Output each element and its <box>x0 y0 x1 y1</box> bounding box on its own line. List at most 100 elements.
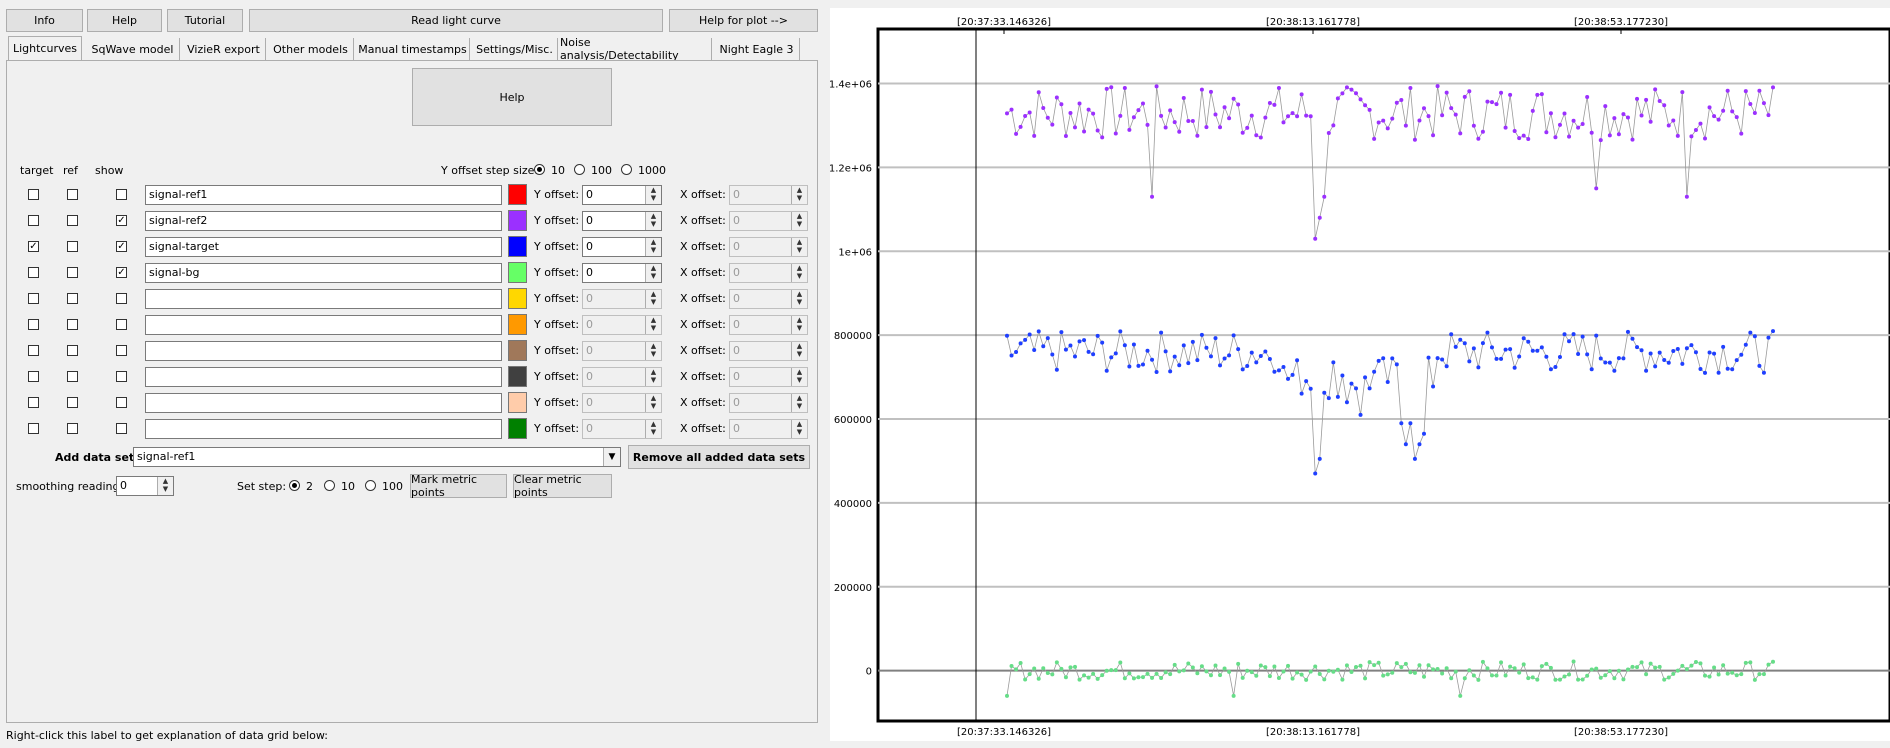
color-swatch[interactable] <box>508 418 527 439</box>
tab-night-eagle-3[interactable]: Night Eagle 3 <box>714 38 800 60</box>
spin-arrows-icon[interactable]: ▲ ▼ <box>791 342 807 360</box>
color-swatch[interactable] <box>508 262 527 283</box>
target-checkbox[interactable] <box>28 345 39 356</box>
spin-arrows-icon[interactable]: ▲ ▼ <box>645 264 661 282</box>
x-offset-stepper[interactable]: 0 ▲ ▼ <box>729 185 808 205</box>
light-curve-chart[interactable]: 1.4e+06 1.2e+06 1e+06 800000 600000 400000 200… <box>830 8 1890 741</box>
y-offset-stepper[interactable]: 0 ▲ ▼ <box>582 211 662 231</box>
y-offset-stepper[interactable]: 0 ▲ ▼ <box>582 393 662 413</box>
x-offset-stepper[interactable]: 0 ▲ ▼ <box>729 315 808 335</box>
ref-checkbox[interactable] <box>67 397 78 408</box>
color-swatch[interactable] <box>508 210 527 231</box>
data-set-name-field[interactable] <box>145 315 502 335</box>
panel-help-button[interactable]: Help <box>412 68 612 126</box>
target-checkbox[interactable] <box>28 371 39 382</box>
ref-checkbox[interactable] <box>67 241 78 252</box>
smoothing-stepper[interactable]: 0 ▲ ▼ <box>116 476 174 496</box>
show-checkbox[interactable] <box>116 423 127 434</box>
tutorial-button[interactable]: Tutorial <box>167 9 243 32</box>
remove-all-data-sets-button[interactable]: Remove all added data sets <box>628 445 810 469</box>
ref-checkbox[interactable] <box>67 423 78 434</box>
show-checkbox[interactable] <box>116 189 127 200</box>
tab-settings-misc[interactable]: Settings/Misc. <box>472 38 558 60</box>
x-offset-stepper[interactable]: 0 ▲ ▼ <box>729 263 808 283</box>
tab-sqwave-model[interactable]: SqWave model <box>86 38 180 60</box>
ref-checkbox[interactable] <box>67 319 78 330</box>
tab-other-models[interactable]: Other models <box>268 38 354 60</box>
y-offset-stepper[interactable]: 0 ▲ ▼ <box>582 263 662 283</box>
spin-arrows-icon[interactable]: ▲ ▼ <box>791 238 807 256</box>
target-checkbox[interactable] <box>28 189 39 200</box>
ref-checkbox[interactable] <box>67 267 78 278</box>
color-swatch[interactable] <box>508 366 527 387</box>
data-set-name-field[interactable] <box>145 393 502 413</box>
spin-arrows-icon[interactable]: ▲ ▼ <box>645 368 661 386</box>
target-checkbox[interactable]: ✓ <box>28 241 39 252</box>
show-checkbox[interactable] <box>116 345 127 356</box>
ref-checkbox[interactable] <box>67 371 78 382</box>
show-checkbox[interactable] <box>116 319 127 330</box>
status-label[interactable]: Right-click this label to get explanatio… <box>6 729 328 742</box>
set-step-2-radio[interactable] <box>289 480 300 491</box>
target-checkbox[interactable] <box>28 319 39 330</box>
ref-checkbox[interactable] <box>67 215 78 226</box>
x-offset-stepper[interactable]: 0 ▲ ▼ <box>729 367 808 387</box>
x-offset-stepper[interactable]: 0 ▲ ▼ <box>729 289 808 309</box>
tab-vizier-export[interactable]: VizieR export <box>182 38 266 60</box>
ref-checkbox[interactable] <box>67 293 78 304</box>
ref-checkbox[interactable] <box>67 189 78 200</box>
spin-arrows-icon[interactable]: ▲ ▼ <box>791 290 807 308</box>
show-checkbox[interactable] <box>116 397 127 408</box>
spin-arrows-icon[interactable]: ▲ ▼ <box>645 238 661 256</box>
help-button[interactable]: Help <box>87 9 162 32</box>
spin-arrows-icon[interactable]: ▲ ▼ <box>645 212 661 230</box>
set-step-10-radio[interactable] <box>324 480 335 491</box>
y-offset-stepper[interactable]: 0 ▲ ▼ <box>582 419 662 439</box>
spin-arrows-icon[interactable]: ▲ ▼ <box>791 368 807 386</box>
show-checkbox[interactable] <box>116 371 127 382</box>
data-set-name-field[interactable]: signal-bg <box>145 263 502 283</box>
step-10-radio[interactable] <box>534 164 545 175</box>
spin-arrows-icon[interactable]: ▲ ▼ <box>791 316 807 334</box>
tab-noise-analysis[interactable]: Noise analysis/Detectability <box>560 36 712 62</box>
tab-lightcurves[interactable]: Lightcurves <box>8 36 82 60</box>
set-step-100-radio[interactable] <box>365 480 376 491</box>
spin-arrows-icon[interactable]: ▲ ▼ <box>791 394 807 412</box>
x-offset-stepper[interactable]: 0 ▲ ▼ <box>729 393 808 413</box>
spin-arrows-icon[interactable]: ▲ ▼ <box>645 342 661 360</box>
tab-manual-timestamps[interactable]: Manual timestamps <box>356 38 470 60</box>
y-offset-stepper[interactable]: 0 ▲ ▼ <box>582 185 662 205</box>
y-offset-stepper[interactable]: 0 ▲ ▼ <box>582 289 662 309</box>
spin-arrows-icon[interactable]: ▲ ▼ <box>791 420 807 438</box>
spin-arrows-icon[interactable]: ▲ ▼ <box>791 212 807 230</box>
y-offset-stepper[interactable]: 0 ▲ ▼ <box>582 315 662 335</box>
step-100-radio[interactable] <box>574 164 585 175</box>
show-checkbox[interactable] <box>116 293 127 304</box>
color-swatch[interactable] <box>508 392 527 413</box>
spin-arrows-icon[interactable]: ▲ ▼ <box>157 477 173 495</box>
spin-arrows-icon[interactable]: ▲ ▼ <box>645 290 661 308</box>
x-offset-stepper[interactable]: 0 ▲ ▼ <box>729 419 808 439</box>
light-curve-plot[interactable]: 1.4e+06 1.2e+06 1e+06 800000 600000 400000 200… <box>830 8 1890 741</box>
clear-metric-points-button[interactable]: Clear metric points <box>513 473 612 499</box>
y-offset-stepper[interactable]: 0 ▲ ▼ <box>582 237 662 257</box>
color-swatch[interactable] <box>508 288 527 309</box>
data-set-name-field[interactable] <box>145 289 502 309</box>
x-offset-stepper[interactable]: 0 ▲ ▼ <box>729 341 808 361</box>
spin-arrows-icon[interactable]: ▲ ▼ <box>645 394 661 412</box>
target-checkbox[interactable] <box>28 423 39 434</box>
color-swatch[interactable] <box>508 314 527 335</box>
color-swatch[interactable] <box>508 184 527 205</box>
add-data-set-dropdown[interactable]: signal-ref1 ▼ <box>133 447 621 467</box>
info-button[interactable]: Info <box>6 9 83 32</box>
spin-arrows-icon[interactable]: ▲ ▼ <box>791 186 807 204</box>
color-swatch[interactable] <box>508 236 527 257</box>
data-set-name-field[interactable] <box>145 419 502 439</box>
data-set-name-field[interactable] <box>145 341 502 361</box>
spin-arrows-icon[interactable]: ▲ ▼ <box>645 420 661 438</box>
target-checkbox[interactable] <box>28 215 39 226</box>
step-1000-radio[interactable] <box>621 164 632 175</box>
help-for-plot-button[interactable]: Help for plot --> <box>669 9 818 32</box>
data-set-name-field[interactable] <box>145 367 502 387</box>
y-offset-stepper[interactable]: 0 ▲ ▼ <box>582 341 662 361</box>
